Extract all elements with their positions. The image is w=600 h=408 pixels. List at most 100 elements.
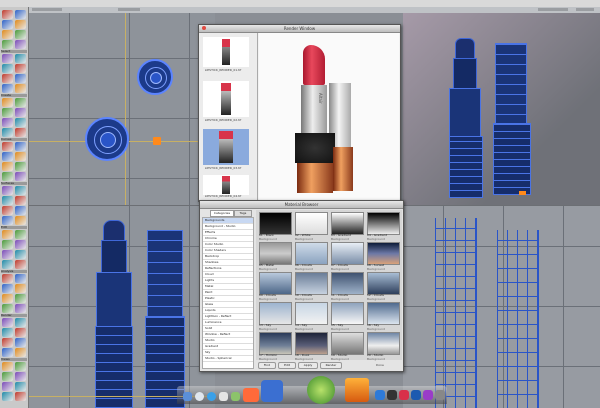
finder-icon[interactable] bbox=[183, 392, 192, 401]
pivot-marker[interactable] bbox=[519, 191, 526, 195]
tool-icon[interactable] bbox=[15, 348, 26, 357]
tool-icon[interactable] bbox=[15, 84, 26, 93]
material-swatch[interactable] bbox=[295, 242, 328, 265]
material-swatch[interactable] bbox=[367, 302, 400, 325]
lipstick-cap-topview[interactable] bbox=[137, 59, 173, 95]
thumbnail-item[interactable] bbox=[203, 81, 249, 117]
tool-icon[interactable] bbox=[2, 152, 13, 161]
tool-icon[interactable] bbox=[15, 54, 26, 63]
viewport-right[interactable] bbox=[403, 206, 600, 408]
tool-icon[interactable] bbox=[15, 284, 26, 293]
menu-item[interactable] bbox=[538, 8, 568, 11]
tool-icon[interactable] bbox=[2, 382, 13, 391]
tool-icon[interactable] bbox=[2, 74, 13, 83]
tool-icon[interactable] bbox=[15, 196, 26, 205]
tool-icon[interactable] bbox=[15, 274, 26, 283]
tool-icon[interactable] bbox=[15, 162, 26, 171]
tool-icon[interactable] bbox=[2, 250, 13, 259]
tool-icon[interactable] bbox=[2, 362, 13, 371]
tool-icon[interactable] bbox=[15, 74, 26, 83]
menu-item[interactable] bbox=[118, 8, 140, 11]
tool-icon[interactable] bbox=[15, 392, 26, 401]
app-icon-globe[interactable] bbox=[307, 376, 335, 404]
tool-icon[interactable] bbox=[2, 108, 13, 117]
viewport-top[interactable] bbox=[29, 13, 215, 205]
app-icon[interactable] bbox=[399, 390, 409, 400]
tool-icon[interactable] bbox=[15, 230, 26, 239]
tool-icon[interactable] bbox=[2, 318, 13, 327]
material-swatch[interactable] bbox=[367, 242, 400, 265]
tool-icon[interactable] bbox=[15, 318, 26, 327]
tool-icon[interactable] bbox=[2, 230, 13, 239]
tool-icon[interactable] bbox=[2, 294, 13, 303]
tab-categories[interactable]: Categories bbox=[210, 210, 234, 217]
tool-icon[interactable] bbox=[2, 10, 13, 19]
tool-icon[interactable] bbox=[15, 382, 26, 391]
material-swatch[interactable] bbox=[367, 212, 400, 235]
clock-icon[interactable] bbox=[195, 392, 204, 401]
tool-icon[interactable] bbox=[2, 142, 13, 151]
menu-item[interactable] bbox=[32, 8, 62, 11]
material-swatch[interactable] bbox=[259, 272, 292, 295]
material-swatch[interactable] bbox=[259, 302, 292, 325]
category-list-item[interactable]: Studio - Spherical bbox=[203, 356, 253, 362]
tool-icon[interactable] bbox=[2, 64, 13, 73]
thumbnail-item-selected[interactable] bbox=[203, 129, 249, 165]
tool-icon[interactable] bbox=[15, 10, 26, 19]
tool-icon[interactable] bbox=[15, 372, 26, 381]
tool-icon[interactable] bbox=[2, 118, 13, 127]
tool-icon[interactable] bbox=[15, 216, 26, 225]
trash-icon[interactable] bbox=[435, 390, 445, 400]
tool-icon[interactable] bbox=[15, 142, 26, 151]
find-button[interactable]: Find bbox=[258, 362, 276, 369]
app-icon[interactable] bbox=[243, 388, 259, 402]
swatch-grid[interactable]: 01 - Black Background 02 - White Background… bbox=[256, 210, 402, 360]
tool-icon[interactable] bbox=[2, 30, 13, 39]
tool-icon[interactable] bbox=[15, 64, 26, 73]
tool-icon[interactable] bbox=[15, 250, 26, 259]
tool-icon[interactable] bbox=[15, 206, 26, 215]
tool-icon[interactable] bbox=[2, 216, 13, 225]
tool-icon[interactable] bbox=[2, 304, 13, 313]
menu-item[interactable] bbox=[576, 8, 594, 11]
material-swatch[interactable] bbox=[259, 212, 292, 235]
material-swatch[interactable] bbox=[367, 272, 400, 295]
mail-icon[interactable] bbox=[219, 392, 228, 401]
tool-icon[interactable] bbox=[15, 30, 26, 39]
tool-icon[interactable] bbox=[2, 260, 13, 269]
tool-icon[interactable] bbox=[2, 40, 13, 49]
lipstick-wireframe-left[interactable] bbox=[435, 218, 477, 408]
tool-icon[interactable] bbox=[15, 260, 26, 269]
tool-icon[interactable] bbox=[15, 328, 26, 337]
tool-icon[interactable] bbox=[15, 128, 26, 137]
app-icon[interactable] bbox=[411, 390, 421, 400]
app-icon-x[interactable] bbox=[345, 378, 369, 402]
thumbnail-list[interactable]: LIPSTICK_RENDER_01.tif LIPSTICK_RENDER_0… bbox=[199, 33, 258, 200]
tool-icon[interactable] bbox=[15, 338, 26, 347]
material-swatch[interactable] bbox=[331, 272, 364, 295]
thumbnail-item[interactable] bbox=[203, 37, 249, 67]
tool-icon[interactable] bbox=[2, 206, 13, 215]
viewport-perspective[interactable] bbox=[403, 13, 600, 205]
app-icon[interactable] bbox=[375, 390, 385, 400]
material-swatch[interactable] bbox=[331, 332, 364, 355]
thumbnail-item[interactable] bbox=[203, 175, 249, 195]
tool-icon[interactable] bbox=[2, 240, 13, 249]
material-swatch[interactable] bbox=[367, 332, 400, 355]
pivot-marker[interactable] bbox=[153, 137, 161, 145]
tool-icon[interactable] bbox=[15, 20, 26, 29]
render-window-close-button[interactable] bbox=[202, 26, 206, 30]
tool-icon[interactable] bbox=[15, 240, 26, 249]
lipstick-perspective-tall[interactable] bbox=[449, 38, 489, 198]
lipstick-front-right[interactable] bbox=[143, 230, 185, 408]
app-icon-w[interactable] bbox=[261, 380, 283, 402]
lipstick-base-topview[interactable] bbox=[85, 117, 129, 161]
safari-icon[interactable] bbox=[207, 392, 216, 401]
tool-icon[interactable] bbox=[15, 118, 26, 127]
material-swatch[interactable] bbox=[295, 272, 328, 295]
tool-icon[interactable] bbox=[15, 172, 26, 181]
app-icon[interactable] bbox=[387, 390, 397, 400]
tool-icon[interactable] bbox=[15, 108, 26, 117]
app-icon[interactable] bbox=[231, 392, 240, 401]
lipstick-perspective-short[interactable] bbox=[493, 43, 533, 203]
